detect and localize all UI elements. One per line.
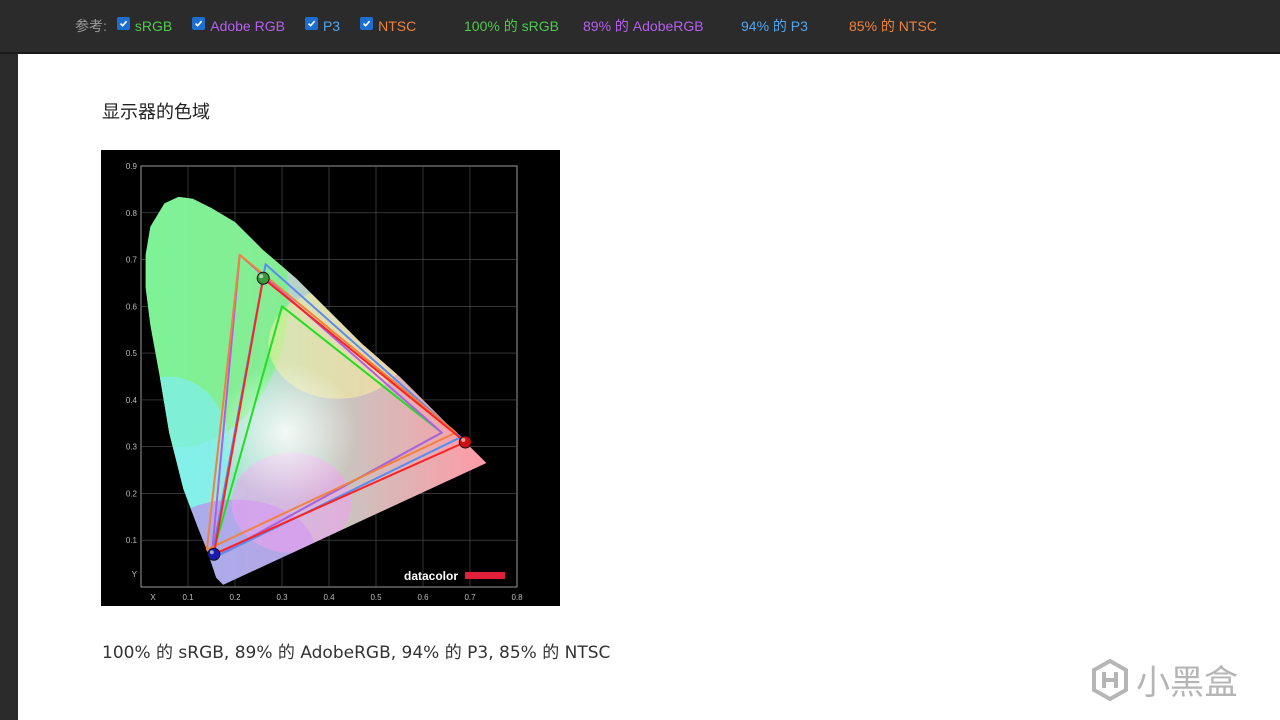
x-tick-label: 0.3	[276, 593, 288, 602]
x-tick-label: 0.5	[370, 593, 382, 602]
x-tick-label: 0.6	[417, 593, 429, 602]
standard-label-ntsc[interactable]: NTSC	[378, 18, 416, 34]
x-tick-label: 0.4	[323, 593, 335, 602]
check-icon	[307, 20, 316, 27]
standard-label-srgb[interactable]: sRGB	[135, 18, 172, 34]
standard-label-p3[interactable]: P3	[323, 18, 340, 34]
x-tick-label: 0.1	[182, 593, 194, 602]
x-axis-label: X	[150, 593, 156, 602]
brand-text: datacolor	[404, 569, 458, 583]
checkbox-ntsc[interactable]	[360, 16, 374, 30]
stat-ntsc: 85% 的 NTSC	[849, 18, 937, 34]
locus-shading	[145, 196, 409, 585]
primary-highlight-green	[259, 274, 264, 279]
watermark: 小黑盒	[1090, 655, 1238, 704]
standard-label-adobe-rgb[interactable]: Adobe RGB	[210, 18, 285, 34]
toolbar: 参考: sRGB Adobe RGB P3 NTSC 100% 的 sRGB 8…	[0, 0, 1280, 54]
checkbox-srgb[interactable]	[116, 16, 130, 30]
logo-icon	[1092, 658, 1128, 701]
page-heading: 显示器的色域	[102, 102, 210, 123]
watermark-text: 小黑盒	[1136, 663, 1238, 703]
brand-bar	[465, 572, 505, 579]
y-axis-label: Y	[132, 570, 138, 579]
reference-legend: 参考: sRGB Adobe RGB P3 NTSC	[75, 16, 436, 36]
x-tick-label: 0.8	[511, 593, 523, 602]
y-tick-label: 0.1	[126, 536, 138, 545]
y-tick-label: 0.5	[126, 349, 138, 358]
checkbox-adobe-rgb[interactable]	[192, 16, 206, 30]
white-point-glow	[216, 362, 357, 503]
primary-point-red	[458, 435, 472, 449]
check-icon	[363, 20, 371, 27]
check-icon	[195, 20, 203, 27]
datacolor-logo: datacolor	[404, 569, 505, 583]
gamut-chart: 0.1 0.2 0.3 0.4 0.5 0.6 0.7 0.8 0.1 0.2 0.3 0.4 0.5 0…	[101, 150, 560, 606]
y-tick-label: 0.3	[126, 443, 138, 452]
primary-highlight-red	[461, 437, 466, 442]
primary-highlight-blue	[209, 550, 214, 555]
content-panel: 显示器的色域 0.1 0.2 0.3 0.4 0.5 0.6 0.7 0.8 0.1 0.2 0.3…	[18, 54, 1280, 720]
y-tick-label: 0.7	[126, 256, 138, 265]
stat-srgb: 100% 的 sRGB	[464, 18, 559, 34]
y-tick-label: 0.6	[126, 302, 138, 311]
primary-point-green	[256, 271, 270, 285]
stat-adobergb: 89% 的 AdobeRGB	[583, 18, 704, 34]
y-tick-label: 0.4	[126, 396, 138, 405]
spectral-locus	[145, 196, 487, 585]
stat-p3: 94% 的 P3	[741, 18, 808, 34]
y-tick-label: 0.8	[126, 209, 138, 218]
cie-chart-svg: 0.1 0.2 0.3 0.4 0.5 0.6 0.7 0.8 0.1 0.2 0.3 0.4 0.5 0…	[126, 162, 523, 602]
check-icon	[119, 20, 128, 27]
reference-label: 参考:	[75, 18, 107, 34]
gamut-caption: 100% 的 sRGB, 89% 的 AdobeRGB, 94% 的 P3, 8…	[102, 643, 611, 663]
checkbox-p3[interactable]	[304, 16, 318, 30]
y-tick-label: 0.9	[126, 162, 138, 171]
y-tick-label: 0.2	[126, 489, 138, 498]
primary-point-blue	[207, 547, 221, 561]
x-tick-label: 0.2	[229, 593, 241, 602]
x-tick-label: 0.7	[464, 593, 476, 602]
